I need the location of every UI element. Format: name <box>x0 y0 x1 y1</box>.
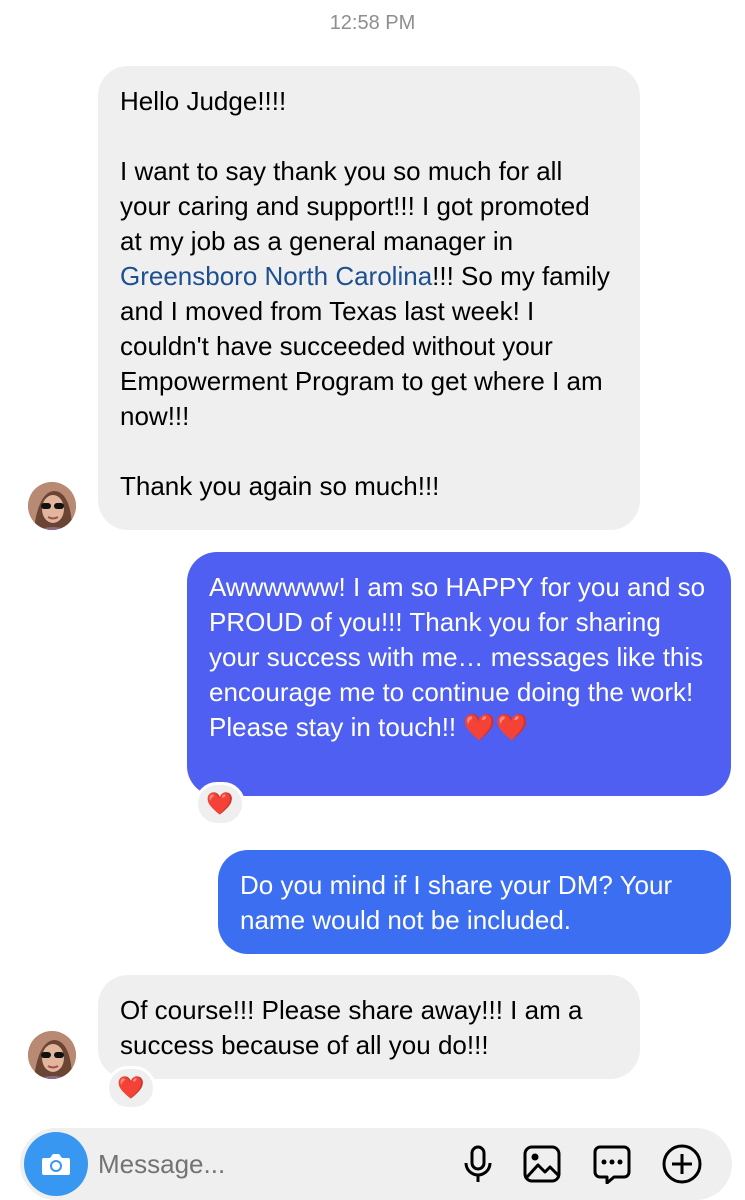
outgoing-message-bubble[interactable]: Awwwwww! I am so HAPPY for you and so PR… <box>187 552 731 796</box>
heart-reaction[interactable]: ❤️ <box>195 782 245 826</box>
voice-message-button[interactable] <box>456 1142 500 1186</box>
microphone-icon <box>464 1145 492 1182</box>
message-text: Of course!!! Please share away!!! I am a… <box>120 995 590 1060</box>
sticker-button[interactable] <box>590 1142 634 1186</box>
heart-icon: ❤️ <box>117 1075 145 1100</box>
location-link[interactable]: Greensboro North Carolina <box>120 261 432 291</box>
message-text: Awwwwww! I am so HAPPY for you and so PR… <box>209 572 713 742</box>
gallery-button[interactable] <box>520 1142 564 1186</box>
image-icon <box>523 1145 561 1183</box>
add-button[interactable] <box>660 1142 704 1186</box>
incoming-message-bubble[interactable]: Hello Judge!!!! I want to say thank you … <box>98 66 640 530</box>
message-text: I want to say thank you so much for all … <box>120 156 597 256</box>
heart-reaction[interactable]: ❤️ <box>106 1066 156 1110</box>
message-text: Hello Judge!!!! <box>120 86 287 116</box>
plus-icon <box>662 1144 702 1184</box>
camera-icon <box>42 1154 70 1175</box>
avatar[interactable] <box>28 1031 76 1079</box>
message-text: Thank you again so much!!! <box>120 471 440 501</box>
incoming-message-bubble[interactable]: Of course!!! Please share away!!! I am a… <box>98 975 640 1079</box>
camera-button[interactable] <box>24 1132 88 1196</box>
timestamp: 12:58 PM <box>329 12 416 34</box>
heart-icon: ❤️ <box>206 791 234 816</box>
message-text: Do you mind if I share your DM? Your nam… <box>240 870 680 935</box>
sticker-icon <box>593 1145 631 1184</box>
outgoing-message-bubble[interactable]: Do you mind if I share your DM? Your nam… <box>218 850 731 954</box>
message-input[interactable] <box>98 1146 398 1182</box>
avatar[interactable] <box>28 482 76 530</box>
message-composer <box>20 1128 732 1200</box>
